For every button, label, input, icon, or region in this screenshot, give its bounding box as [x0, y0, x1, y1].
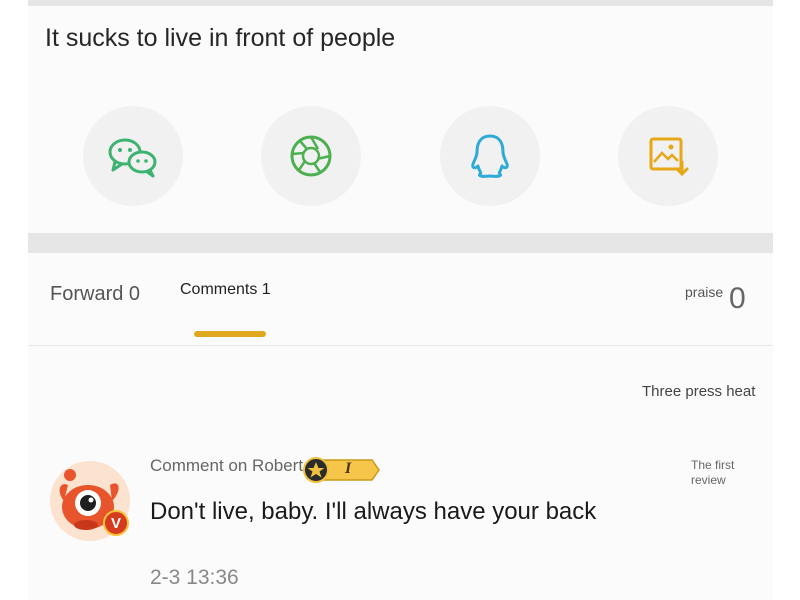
save-image-button[interactable] — [618, 106, 718, 206]
share-wechat-button[interactable] — [83, 106, 183, 206]
comment-timestamp: 2-3 13:36 — [150, 566, 239, 589]
verified-mark: V — [110, 514, 121, 532]
tab-praise[interactable]: praise — [685, 284, 723, 300]
level-badge: I — [302, 457, 380, 488]
tab-comments[interactable]: Comments 1 — [180, 281, 271, 299]
avatar[interactable]: V — [50, 461, 130, 541]
verified-badge: V — [103, 510, 129, 536]
tab-forward[interactable]: Forward 0 — [50, 283, 140, 306]
first-review-label: The first review — [691, 458, 735, 487]
active-tab-indicator — [194, 331, 266, 337]
share-moments-button[interactable] — [261, 106, 361, 206]
share-qq-button[interactable] — [440, 106, 540, 206]
post-title: It sucks to live in front of people — [45, 24, 396, 52]
moments-icon — [290, 135, 332, 177]
right-margin — [772, 0, 800, 600]
sort-by-heat-button[interactable]: Three press heat — [642, 383, 755, 400]
comment-author[interactable]: Comment on Robert — [150, 456, 303, 476]
level-badge-label: I — [345, 460, 352, 477]
comment-text: Don't live, baby. I'll always have your … — [150, 498, 597, 525]
section-divider — [28, 233, 773, 253]
save-image-icon — [649, 137, 689, 177]
wechat-icon — [108, 138, 157, 178]
qq-icon — [471, 134, 509, 178]
praise-count[interactable]: 0 — [729, 282, 746, 316]
left-margin — [0, 0, 28, 600]
